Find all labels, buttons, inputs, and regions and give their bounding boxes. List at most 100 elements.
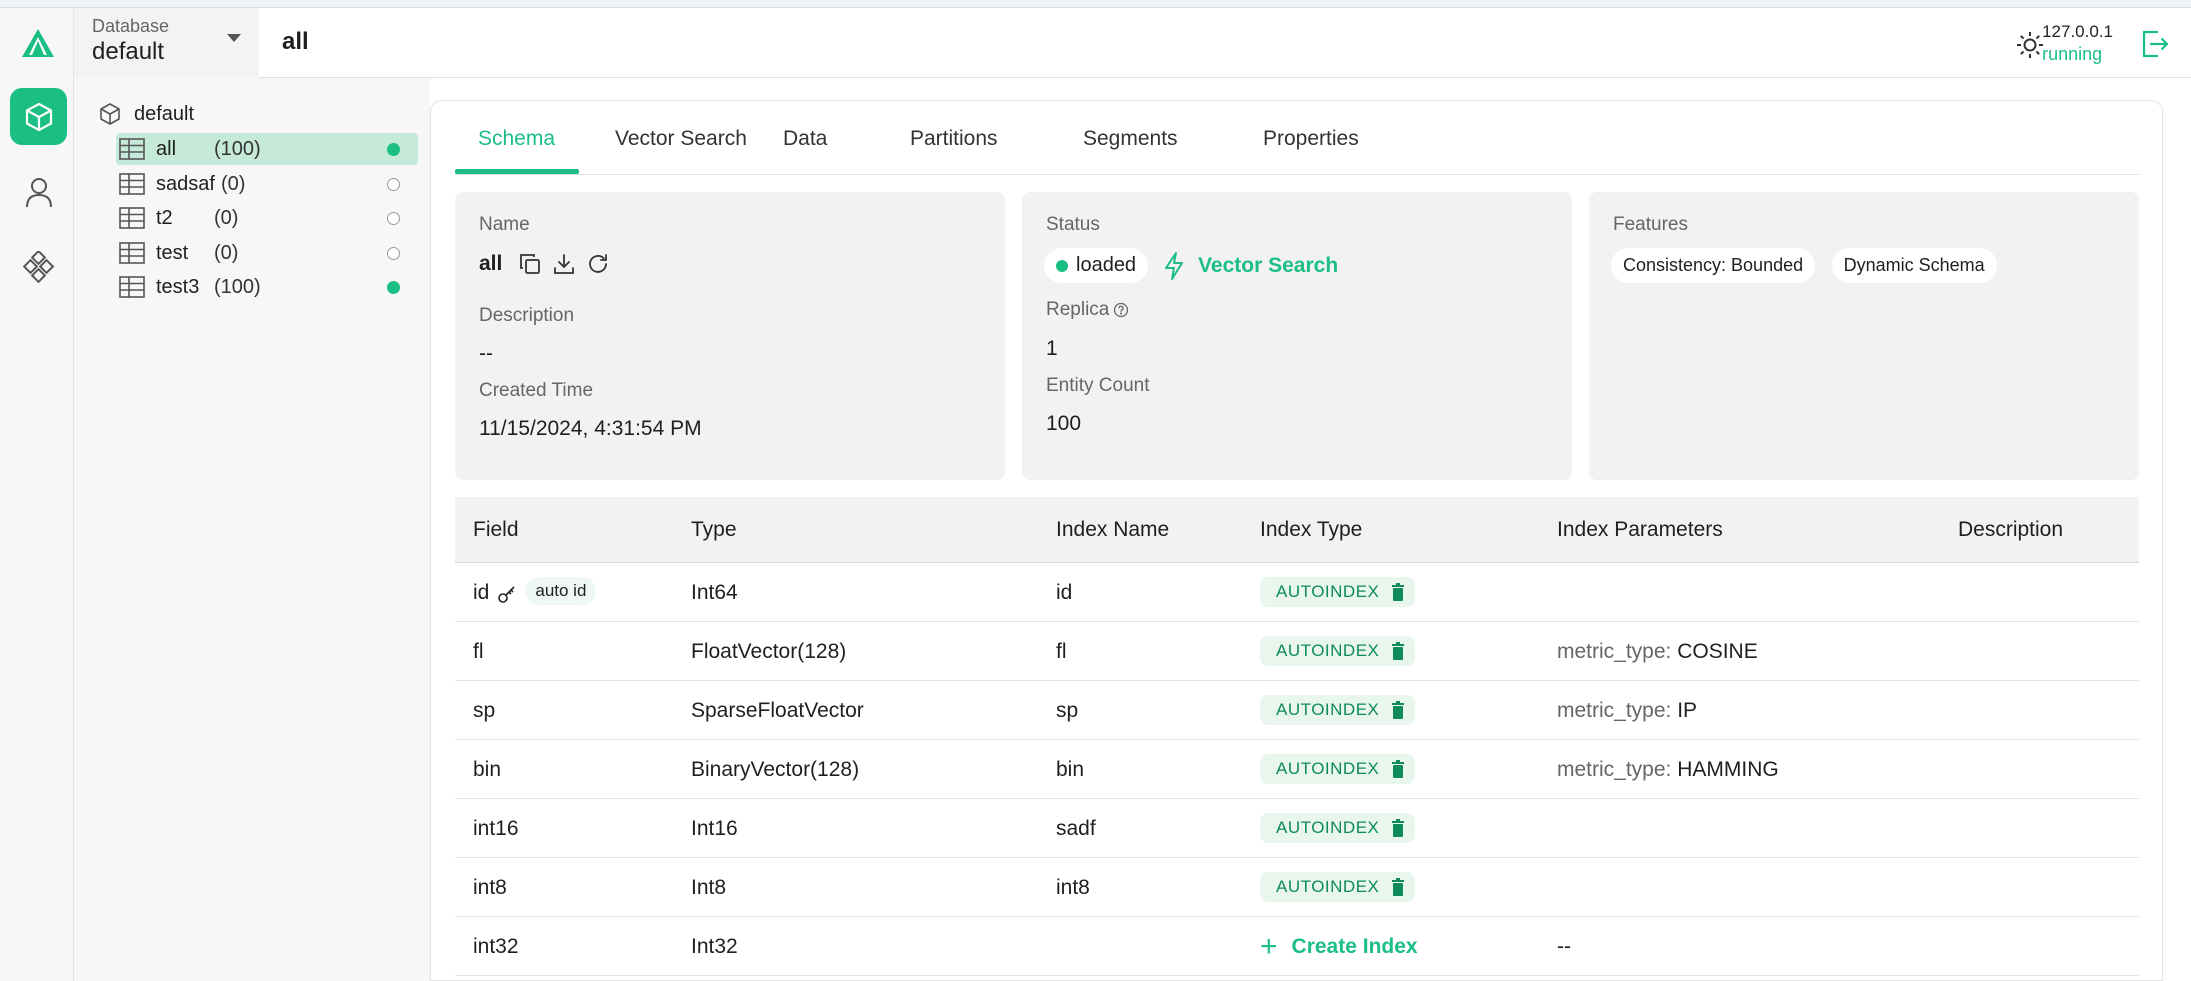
- info-card-status: Status loaded Vector Search Replica 1 En…: [1022, 192, 1572, 480]
- tab-properties[interactable]: Properties: [1263, 127, 1359, 151]
- tree-item-name: test3: [156, 275, 200, 298]
- param-value: COSINE: [1677, 640, 1758, 663]
- tab-data[interactable]: Data: [783, 127, 827, 151]
- theme-toggle-sun-icon[interactable]: [2015, 30, 2045, 60]
- database-select[interactable]: Database default: [74, 8, 259, 78]
- tree-item-name: all: [156, 137, 177, 160]
- unloaded-status-dot: [387, 212, 400, 225]
- milvus-logo-icon[interactable]: [19, 27, 57, 61]
- index-type-cell: AUTOINDEX: [1260, 754, 1416, 784]
- type-cell: Int32: [691, 935, 738, 958]
- tab-partitions[interactable]: Partitions: [910, 127, 998, 151]
- table-row: int8 Int8 int8 AUTOINDEX: [455, 858, 2139, 917]
- type-cell: Int8: [691, 876, 727, 899]
- index-params-cell: metric_type: COSINE: [1557, 640, 1758, 664]
- entity-count-value: 100: [1046, 412, 1082, 435]
- tab-segments[interactable]: Segments: [1083, 127, 1178, 151]
- nav-rail: [0, 8, 74, 981]
- database-cube-icon: [100, 103, 120, 125]
- vector-search-link[interactable]: Vector Search: [1162, 251, 1338, 281]
- features-label: Features: [1613, 214, 1688, 235]
- copy-icon[interactable]: [518, 252, 542, 276]
- lightning-icon: [1165, 251, 1184, 280]
- delete-index-icon[interactable]: [1391, 642, 1405, 660]
- chevron-down-icon: [227, 34, 241, 42]
- created-time-label: Created Time: [479, 380, 594, 401]
- page-title: all: [282, 28, 309, 55]
- server-running-status: running: [2042, 44, 2103, 64]
- index-name-cell: int8: [1056, 876, 1090, 899]
- primary-key-icon: [498, 586, 515, 603]
- field-cell: bin: [473, 758, 502, 781]
- replica-value: 1: [1046, 337, 1058, 360]
- info-card-features: Features Consistency: Bounded Dynamic Sc…: [1589, 192, 2139, 480]
- type-cell: Int64: [691, 581, 738, 604]
- collection-name-value: all: [479, 252, 503, 275]
- table-icon: [119, 276, 145, 298]
- logout-icon[interactable]: [2139, 28, 2169, 60]
- tree-item-all[interactable]: all (100): [116, 133, 418, 165]
- refresh-icon[interactable]: [586, 252, 610, 276]
- nav-collections-button[interactable]: [10, 88, 67, 145]
- status-value: loaded: [1076, 254, 1137, 276]
- unloaded-status-dot: [387, 178, 400, 191]
- type-cell: BinaryVector(128): [691, 758, 860, 781]
- tree-item-count: (0): [214, 206, 239, 229]
- index-name-cell: bin: [1056, 758, 1085, 781]
- index-type-label: AUTOINDEX: [1276, 759, 1380, 778]
- index-type-cell: AUTOINDEX: [1260, 872, 1416, 902]
- tree-item-test[interactable]: test (0): [116, 237, 418, 269]
- nav-users-button[interactable]: [10, 163, 67, 220]
- tree-item-test3[interactable]: test3 (100): [116, 271, 418, 303]
- server-host: 127.0.0.1: [2042, 22, 2113, 41]
- tree-root-database[interactable]: default: [98, 102, 194, 126]
- col-header-type: Type: [691, 518, 737, 541]
- delete-index-icon[interactable]: [1391, 878, 1405, 896]
- col-header-index-params: Index Parameters: [1557, 518, 1723, 541]
- server-status: 127.0.0.1 running: [2042, 21, 2113, 65]
- status-row: loaded Vector Search: [1044, 248, 1338, 283]
- nav-system-button[interactable]: [10, 238, 67, 295]
- index-type-badge: AUTOINDEX: [1260, 577, 1416, 607]
- plus-icon: +: [1260, 930, 1278, 963]
- param-value: IP: [1677, 699, 1698, 722]
- unloaded-status-dot: [387, 247, 400, 260]
- field-cell: id auto id: [473, 577, 597, 605]
- auto-id-badge: auto id: [525, 577, 597, 605]
- tab-schema[interactable]: Schema: [478, 127, 555, 151]
- index-name-cell: fl: [1056, 640, 1067, 663]
- download-icon[interactable]: [552, 252, 576, 276]
- index-type-badge: AUTOINDEX: [1260, 695, 1416, 725]
- table-row: fl FloatVector(128) fl AUTOINDEX metric_…: [455, 622, 2139, 681]
- index-type-label: AUTOINDEX: [1276, 700, 1380, 719]
- param-key: metric_type:: [1557, 699, 1672, 722]
- system-diamond-icon: [22, 250, 54, 283]
- tab-vector-search[interactable]: Vector Search: [615, 127, 747, 151]
- name-row: all: [479, 252, 610, 276]
- type-cell: Int16: [691, 817, 738, 840]
- index-params-cell: metric_type: IP: [1557, 699, 1697, 723]
- delete-index-icon[interactable]: [1391, 583, 1405, 601]
- help-circle-icon[interactable]: [1113, 302, 1129, 318]
- tree-item-name: t2: [156, 206, 173, 229]
- create-index-label: Create Index: [1291, 935, 1418, 958]
- schema-table: Field Type Index Name Index Type Index P…: [455, 497, 2139, 976]
- delete-index-icon[interactable]: [1391, 701, 1405, 719]
- index-type-badge: AUTOINDEX: [1260, 754, 1416, 784]
- tree-item-sadsaf[interactable]: sadsaf (0): [116, 168, 418, 200]
- tree-item-t2[interactable]: t2 (0): [116, 202, 418, 234]
- collection-cube-icon: [25, 102, 52, 131]
- index-name-cell: sp: [1056, 699, 1079, 722]
- table-row: sp SparseFloatVector sp AUTOINDEX metric…: [455, 681, 2139, 740]
- table-icon: [119, 242, 145, 264]
- loaded-status-dot: [387, 281, 400, 294]
- delete-index-icon[interactable]: [1391, 819, 1405, 837]
- param-key: metric_type:: [1557, 640, 1672, 663]
- top-header: Database default all 127.0.0.1 running: [74, 8, 2191, 78]
- create-index-button[interactable]: + Create Index: [1260, 930, 1418, 963]
- database-value: default: [92, 38, 165, 65]
- field-cell: int32: [473, 935, 519, 958]
- tree-root-label: default: [134, 102, 195, 125]
- delete-index-icon[interactable]: [1391, 760, 1405, 778]
- description-label: Description: [479, 305, 575, 326]
